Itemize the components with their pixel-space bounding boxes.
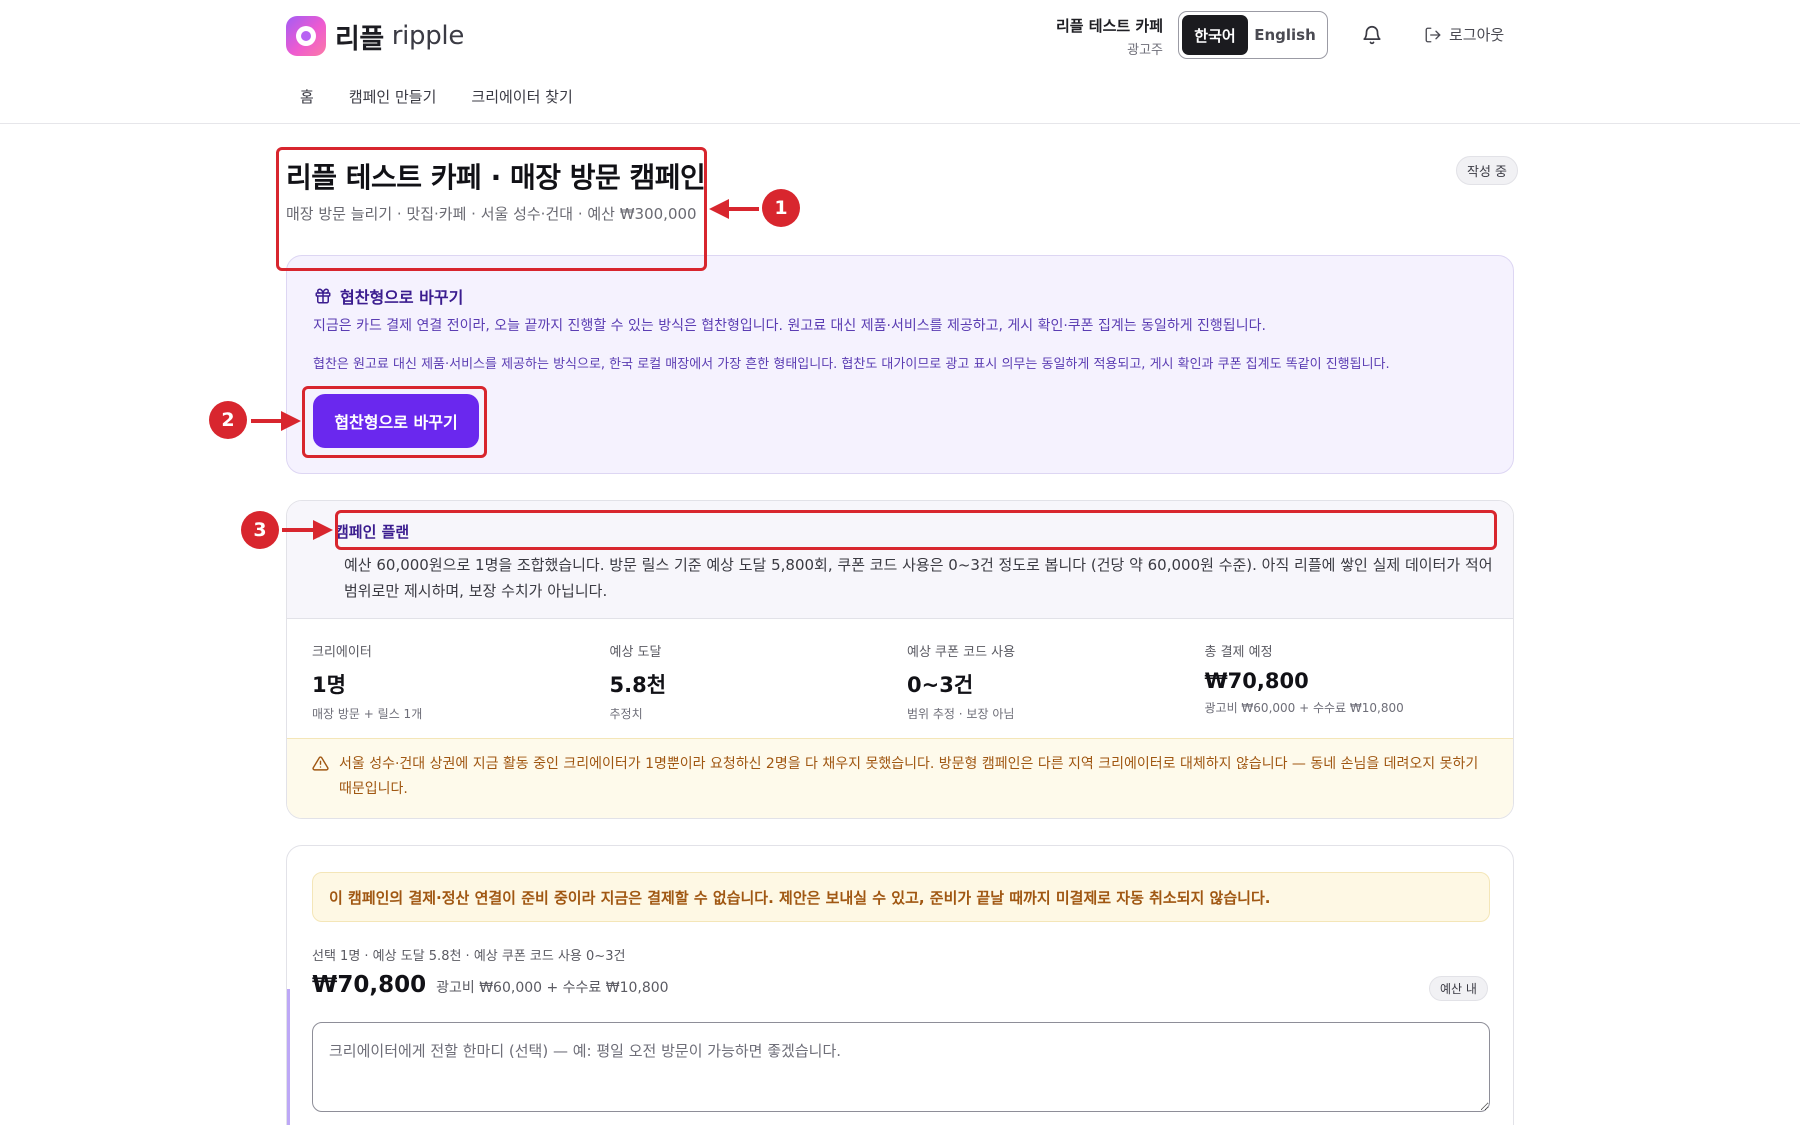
- stat-reach: 예상 도달 5.8천 추정치: [610, 641, 908, 722]
- checkout-card: 이 캠페인의 결제·정산 연결이 준비 중이라 지금은 결제할 수 없습니다. …: [286, 845, 1514, 1125]
- price-row: ₩70,800 광고비 ₩60,000 + 수수료 ₩10,800: [312, 972, 669, 998]
- warning-icon: [312, 756, 329, 771]
- highlight-barter-button: [302, 386, 487, 458]
- barter-heading: 협찬형으로 바꾸기: [314, 284, 463, 308]
- plan-description: 예산 60,000원으로 1명을 조합했습니다. 방문 릴스 기준 예상 도달 …: [344, 556, 1493, 600]
- stat-note: 광고비 ₩60,000 + 수수료 ₩10,800: [1204, 701, 1404, 715]
- payment-unavailable-notice: 이 캠페인의 결제·정산 연결이 준비 중이라 지금은 결제할 수 없습니다. …: [312, 872, 1490, 922]
- annotation-marker-3: 3: [241, 511, 279, 549]
- barter-description-2: 협찬은 원고료 대신 제품·서비스를 제공하는 방식으로, 한국 로컬 매장에서…: [313, 357, 1390, 372]
- logo-text-ko: 리플: [335, 23, 384, 55]
- logout-icon: [1425, 27, 1441, 42]
- stat-coupon-usage: 예상 쿠폰 코드 사용 0~3건 범위 추정 · 보장 아님: [907, 641, 1205, 722]
- language-toggle: 한국어 English: [1178, 11, 1328, 59]
- creator-message-input[interactable]: [312, 1022, 1490, 1112]
- gift-icon: [315, 288, 331, 304]
- account-name: 리플 테스트 카페: [1055, 17, 1163, 35]
- stat-value: 0~3건: [907, 673, 974, 697]
- stat-note: 추정치: [609, 707, 643, 721]
- sparkle-icon: [313, 525, 325, 538]
- nav-create-campaign[interactable]: 캠페인 만들기: [349, 86, 437, 107]
- stat-value: 5.8천: [609, 673, 667, 697]
- within-budget-badge: 예산 내: [1429, 976, 1488, 1001]
- barter-description-1: 지금은 카드 결제 연결 전이라, 오늘 끝까지 진행할 수 있는 방식은 협찬…: [313, 318, 1266, 334]
- stat-label: 예상 도달: [609, 645, 662, 660]
- logout-label: 로그아웃: [1449, 26, 1505, 44]
- barter-heading-text: 협찬형으로 바꾸기: [340, 288, 464, 307]
- stat-creators: 크리에이터 1명 매장 방문 + 릴스 1개: [312, 641, 610, 722]
- stat-note: 매장 방문 + 릴스 1개: [312, 707, 423, 721]
- ripple-logo[interactable]: 리플 ripple: [286, 16, 464, 56]
- bell-icon[interactable]: [1361, 24, 1383, 46]
- status-badge: 작성 중: [1456, 156, 1519, 185]
- logout-button[interactable]: 로그아웃: [1424, 24, 1504, 45]
- stat-label: 예상 쿠폰 코드 사용: [907, 645, 1016, 660]
- main-nav: 홈 캠페인 만들기 크리에이터 찾기: [300, 86, 608, 107]
- stat-value: 1명: [312, 673, 346, 697]
- stat-total-payment: 총 결제 예정 ₩70,800 광고비 ₩60,000 + 수수료 ₩10,80…: [1205, 641, 1503, 722]
- stat-value: ₩70,800: [1204, 669, 1309, 693]
- stat-label: 총 결제 예정: [1204, 645, 1273, 660]
- annotation-marker-1: 1: [762, 189, 800, 227]
- creator-shortage-warning: 서울 성수·건대 상권에 지금 활동 중인 크리에이터가 1명뿐이라 요청하신 …: [287, 738, 1513, 818]
- selection-summary: 선택 1명 · 예상 도달 5.8천 · 예상 쿠폰 코드 사용 0~3건: [312, 949, 626, 964]
- account-info: 리플 테스트 카페 광고주: [1056, 15, 1163, 58]
- stat-note: 범위 추정 · 보장 아님: [907, 707, 1015, 721]
- highlight-plan-heading: [335, 510, 1497, 550]
- total-price: ₩70,800: [312, 972, 427, 998]
- ripple-logo-icon: [286, 16, 326, 56]
- warning-text: 서울 성수·건대 상권에 지금 활동 중인 크리에이터가 1명뿐이라 요청하신 …: [339, 756, 1479, 797]
- top-header: 리플 ripple 리플 테스트 카페 광고주 한국어 English 로그아웃…: [0, 0, 1800, 124]
- nav-find-creators[interactable]: 크리에이터 찾기: [471, 86, 572, 107]
- stat-label: 크리에이터: [312, 645, 372, 660]
- nav-home[interactable]: 홈: [300, 86, 314, 107]
- lang-korean-button[interactable]: 한국어: [1182, 15, 1248, 55]
- price-breakdown: 광고비 ₩60,000 + 수수료 ₩10,800: [436, 980, 669, 996]
- highlight-title: [276, 147, 707, 271]
- plan-stats: 크리에이터 1명 매장 방문 + 릴스 1개 예상 도달 5.8천 추정치 예상…: [312, 641, 1502, 722]
- lang-english-button[interactable]: English: [1248, 15, 1322, 55]
- annotation-marker-2: 2: [209, 401, 247, 439]
- logo-text-en: ripple: [391, 21, 465, 51]
- account-role: 광고주: [1127, 43, 1163, 58]
